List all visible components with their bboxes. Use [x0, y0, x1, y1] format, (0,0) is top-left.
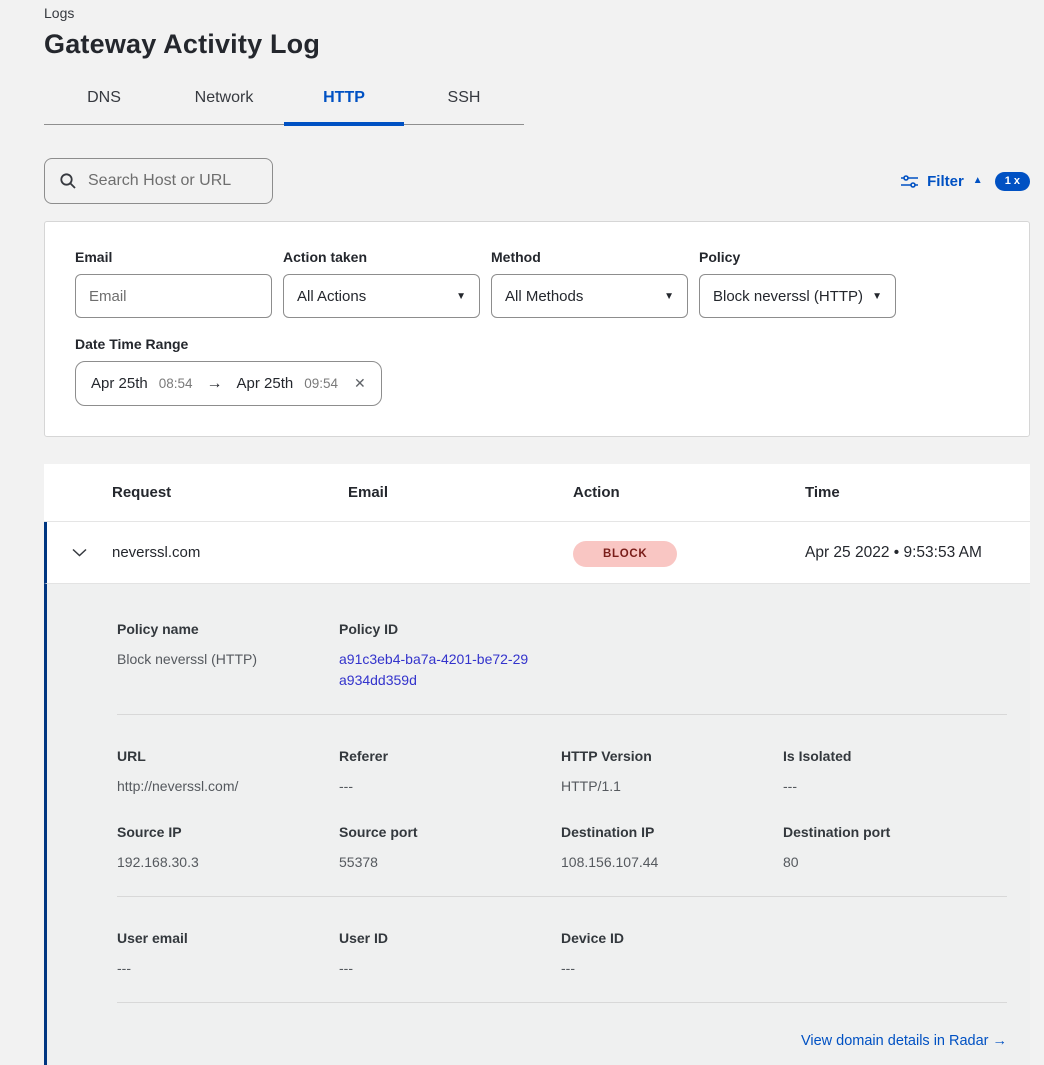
- action-taken-label: Action taken: [283, 249, 480, 265]
- view-radar-link[interactable]: View domain details in Radar→: [801, 1033, 1007, 1049]
- arrow-right-icon: →: [993, 1033, 1008, 1049]
- method-select[interactable]: All Methods ▼: [491, 274, 688, 318]
- search-icon: [59, 172, 77, 190]
- user-email-label: User email: [117, 930, 339, 946]
- divider: [117, 1002, 1007, 1003]
- request-value: neverssl.com: [112, 544, 348, 561]
- chevron-down-icon: [72, 548, 87, 557]
- policy-value: Block neverssl (HTTP): [713, 288, 863, 305]
- start-time[interactable]: 08:54: [159, 376, 193, 391]
- range-arrow-icon: →: [204, 375, 226, 393]
- end-date[interactable]: Apr 25th: [237, 375, 294, 392]
- method-label: Method: [491, 249, 688, 265]
- clear-date-range-icon[interactable]: ✕: [354, 375, 366, 392]
- method-value: All Methods: [505, 288, 583, 305]
- page-title: Gateway Activity Log: [44, 29, 1030, 60]
- filter-sliders-icon: [901, 174, 918, 189]
- activity-log-table: Request Email Action Time neverssl.com B…: [44, 464, 1030, 1065]
- email-filter-field: [75, 274, 272, 318]
- caret-down-icon: ▼: [872, 291, 882, 302]
- search-input[interactable]: [88, 172, 258, 190]
- is-isolated-value: ---: [783, 776, 1005, 797]
- policy-name-value: Block neverssl (HTTP): [117, 649, 339, 670]
- source-ip-label: Source IP: [117, 824, 339, 840]
- toolbar: Filter ▲ 1 x: [44, 158, 1030, 204]
- tab-dns[interactable]: DNS: [44, 81, 164, 124]
- user-email-value: ---: [117, 958, 339, 979]
- divider: [117, 714, 1007, 715]
- end-time[interactable]: 09:54: [304, 376, 338, 391]
- destination-port-value: 80: [783, 852, 1005, 873]
- status-badge-block: BLOCK: [573, 541, 677, 567]
- action-taken-value: All Actions: [297, 288, 366, 305]
- date-range-label: Date Time Range: [75, 336, 999, 352]
- caret-down-icon: ▼: [456, 291, 466, 302]
- header-action: Action: [573, 484, 805, 501]
- search-box[interactable]: [44, 158, 273, 204]
- row-expand-toggle[interactable]: [72, 548, 87, 557]
- expanded-row-details: Policy name Block neverssl (HTTP) Policy…: [44, 584, 1030, 1065]
- email-filter-input[interactable]: [89, 275, 258, 317]
- filter-label: Filter: [927, 173, 964, 190]
- table-header-row: Request Email Action Time: [44, 464, 1030, 522]
- filter-panel: Email Action taken All Actions ▼ Method …: [44, 221, 1030, 437]
- source-port-value: 55378: [339, 852, 561, 873]
- header-request: Request: [112, 484, 348, 501]
- http-version-value: HTTP/1.1: [561, 776, 783, 797]
- url-label: URL: [117, 748, 339, 764]
- start-date[interactable]: Apr 25th: [91, 375, 148, 392]
- destination-ip-value: 108.156.107.44: [561, 852, 783, 873]
- source-ip-value: 192.168.30.3: [117, 852, 339, 873]
- policy-select[interactable]: Block neverssl (HTTP) ▼: [699, 274, 896, 318]
- destination-ip-label: Destination IP: [561, 824, 783, 840]
- destination-port-label: Destination port: [783, 824, 1005, 840]
- tab-network[interactable]: Network: [164, 81, 284, 124]
- divider: [117, 896, 1007, 897]
- table-row[interactable]: neverssl.com BLOCK Apr 25 2022 • 9:53:53…: [44, 522, 1030, 584]
- device-id-value: ---: [561, 958, 783, 979]
- filter-toggle-button[interactable]: Filter ▲ 1 x: [901, 172, 1030, 191]
- user-id-label: User ID: [339, 930, 561, 946]
- view-radar-link-text: View domain details in Radar: [801, 1033, 989, 1049]
- action-taken-select[interactable]: All Actions ▼: [283, 274, 480, 318]
- url-value: http://neverssl.com/: [117, 776, 339, 797]
- time-value: Apr 25 2022 • 9:53:53 AM: [805, 544, 1030, 562]
- filter-count-badge[interactable]: 1 x: [995, 172, 1030, 191]
- is-isolated-label: Is Isolated: [783, 748, 1005, 764]
- policy-id-label: Policy ID: [339, 621, 561, 637]
- header-time: Time: [805, 484, 1030, 501]
- tab-ssh[interactable]: SSH: [404, 81, 524, 124]
- date-range-picker[interactable]: Apr 25th 08:54 → Apr 25th 09:54 ✕: [75, 361, 382, 406]
- email-filter-label: Email: [75, 249, 272, 265]
- caret-down-icon: ▼: [664, 291, 674, 302]
- referer-value: ---: [339, 776, 561, 797]
- header-email: Email: [348, 484, 573, 501]
- breadcrumb[interactable]: Logs: [44, 0, 1030, 21]
- policy-name-label: Policy name: [117, 621, 339, 637]
- policy-label: Policy: [699, 249, 896, 265]
- device-id-label: Device ID: [561, 930, 783, 946]
- user-id-value: ---: [339, 958, 561, 979]
- referer-label: Referer: [339, 748, 561, 764]
- source-port-label: Source port: [339, 824, 561, 840]
- tab-http[interactable]: HTTP: [284, 81, 404, 124]
- tab-bar: DNS Network HTTP SSH: [44, 81, 524, 125]
- policy-id-link[interactable]: a91c3eb4-ba7a-4201-be72-29a934dd359d: [339, 649, 535, 691]
- http-version-label: HTTP Version: [561, 748, 783, 764]
- caret-up-icon: ▲: [973, 176, 983, 186]
